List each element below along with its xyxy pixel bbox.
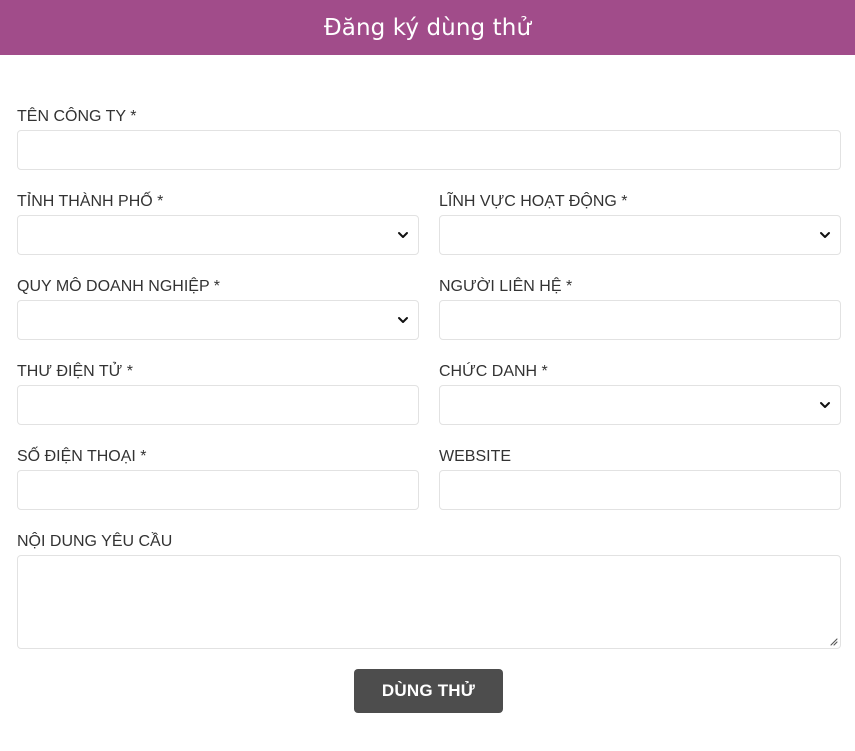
company-name-label: TÊN CÔNG TY * (17, 108, 137, 125)
submit-trial-button[interactable]: DÙNG THỬ (354, 669, 503, 713)
phone-label: SỐ ĐIỆN THOẠI * (17, 448, 147, 465)
company-size-label: QUY MÔ DOANH NGHIỆP * (17, 278, 220, 295)
resize-grip-icon[interactable] (828, 636, 838, 646)
request-textarea[interactable] (18, 556, 840, 648)
chevron-down-icon (398, 317, 408, 323)
phone-field[interactable] (17, 470, 419, 510)
contact-person-field[interactable] (439, 300, 841, 340)
email-input[interactable] (18, 386, 418, 424)
website-input[interactable] (440, 471, 840, 509)
industry-select[interactable] (439, 215, 841, 255)
email-label: THƯ ĐIỆN TỬ * (17, 363, 133, 380)
email-field[interactable] (17, 385, 419, 425)
chevron-down-icon (820, 232, 830, 238)
chevron-down-icon (398, 232, 408, 238)
company-name-field[interactable] (17, 130, 841, 170)
company-size-select[interactable] (17, 300, 419, 340)
website-field[interactable] (439, 470, 841, 510)
job-title-label: CHỨC DANH * (439, 363, 548, 380)
form-header: Đăng ký dùng thử (0, 0, 855, 55)
contact-person-input[interactable] (440, 301, 840, 339)
city-select[interactable] (17, 215, 419, 255)
website-label: WEBSITE (439, 448, 512, 465)
company-name-input[interactable] (18, 131, 840, 169)
industry-label: LĨNH VỰC HOẠT ĐỘNG * (439, 193, 628, 210)
city-label: TỈNH THÀNH PHỐ * (17, 193, 164, 210)
request-field[interactable] (17, 555, 841, 649)
request-label: NỘI DUNG YÊU CẦU (17, 533, 173, 550)
page-title: Đăng ký dùng thử (323, 14, 532, 41)
job-title-select[interactable] (439, 385, 841, 425)
chevron-down-icon (820, 402, 830, 408)
contact-person-label: NGƯỜI LIÊN HỆ * (439, 278, 573, 295)
phone-input[interactable] (18, 471, 418, 509)
